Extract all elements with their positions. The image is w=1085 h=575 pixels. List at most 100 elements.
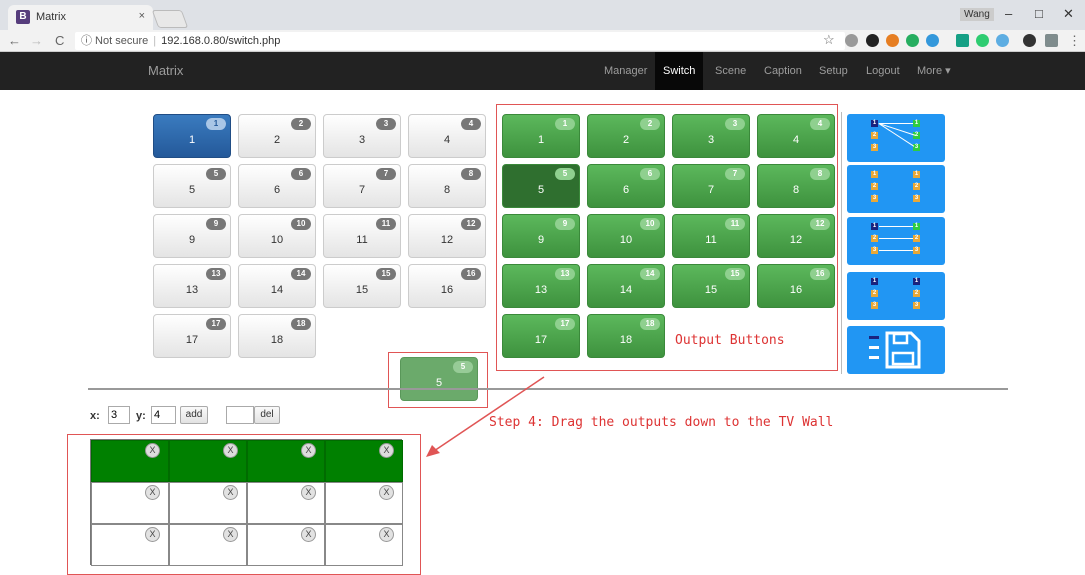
input-badge: 5 xyxy=(206,168,226,180)
save-icon xyxy=(869,331,921,369)
extension-icon[interactable] xyxy=(956,34,969,47)
input-badge: 17 xyxy=(206,318,226,330)
reload-icon[interactable]: C xyxy=(55,33,64,48)
input-button-7[interactable]: 77 xyxy=(323,164,401,208)
browser-menu-icon[interactable]: ⋮ xyxy=(1068,33,1081,49)
url-field[interactable]: ⓘ Not secure | 192.168.0.80/switch.php xyxy=(75,32,845,50)
extension-icon[interactable] xyxy=(906,34,919,47)
close-icon[interactable]: X xyxy=(379,527,394,542)
input-label: 12 xyxy=(440,234,454,246)
nav-more-dropdown[interactable]: More ▾ xyxy=(909,52,959,90)
close-icon[interactable]: X xyxy=(379,443,394,458)
minimize-icon[interactable]: – xyxy=(1005,6,1012,21)
close-window-icon[interactable]: ✕ xyxy=(1063,6,1074,22)
tv-wall-cell[interactable]: X xyxy=(169,482,247,524)
tv-wall-cell[interactable]: X xyxy=(325,482,403,524)
input-button-3[interactable]: 33 xyxy=(323,114,401,158)
close-icon[interactable]: X xyxy=(301,527,316,542)
nav-setup[interactable]: Setup xyxy=(811,52,856,90)
input-button-12[interactable]: 12 12 xyxy=(408,214,486,258)
x-label: x: xyxy=(90,410,100,422)
input-badge: 10 xyxy=(291,218,311,230)
disconnect-mode-button[interactable]: 1 2 3 1 2 3 xyxy=(847,272,945,320)
close-icon[interactable]: X xyxy=(223,485,238,500)
back-icon[interactable]: ← xyxy=(8,33,21,48)
extension-icon[interactable] xyxy=(886,34,899,47)
input-button-18[interactable]: 18 18 xyxy=(238,314,316,358)
new-tab-button[interactable] xyxy=(151,10,189,28)
one-to-many-mode-button[interactable]: 1 2 3 1 2 3 xyxy=(847,114,945,162)
input-label: 10 xyxy=(270,234,284,246)
input-button-10[interactable]: 10 10 xyxy=(238,214,316,258)
extension-icon[interactable] xyxy=(1023,34,1036,47)
tv-wall-cell[interactable]: X xyxy=(91,524,169,566)
close-icon[interactable]: X xyxy=(145,485,160,500)
url-text: 192.168.0.80/switch.php xyxy=(161,35,281,47)
nav-caption[interactable]: Caption xyxy=(756,52,810,90)
extension-icon[interactable] xyxy=(1045,34,1058,47)
browser-tab[interactable]: B Matrix × xyxy=(8,5,153,30)
input-button-17[interactable]: 17 17 xyxy=(153,314,231,358)
tv-wall-cell[interactable]: X xyxy=(325,440,403,482)
tv-wall-cell[interactable]: X xyxy=(91,440,169,482)
drag-arrow-icon xyxy=(426,376,545,457)
bookmark-star-icon[interactable]: ☆ xyxy=(823,32,835,48)
input-button-16[interactable]: 16 16 xyxy=(408,264,486,308)
tv-wall-cell[interactable]: X xyxy=(169,524,247,566)
input-badge: 7 xyxy=(376,168,396,180)
extension-icon[interactable] xyxy=(845,34,858,47)
input-button-13[interactable]: 13 13 xyxy=(153,264,231,308)
tab-close-icon[interactable]: × xyxy=(139,10,145,22)
security-indicator[interactable]: ⓘ Not secure xyxy=(81,35,148,47)
navbar-brand[interactable]: Matrix xyxy=(148,63,183,78)
close-icon[interactable]: X xyxy=(379,485,394,500)
tv-wall: X X X X X X X X X X X X xyxy=(90,439,403,566)
profile-name[interactable]: Wang xyxy=(960,8,994,21)
input-button-1[interactable]: 11 xyxy=(153,114,231,158)
nav-scene[interactable]: Scene xyxy=(707,52,754,90)
extension-icon[interactable] xyxy=(926,34,939,47)
input-button-5[interactable]: 55 xyxy=(153,164,231,208)
bootstrap-favicon-icon: B xyxy=(16,10,30,24)
input-button-15[interactable]: 15 15 xyxy=(323,264,401,308)
tv-wall-cell[interactable]: X xyxy=(247,524,325,566)
input-label: 17 xyxy=(185,334,199,346)
input-button-8[interactable]: 88 xyxy=(408,164,486,208)
save-button[interactable] xyxy=(847,326,945,374)
tv-wall-cell[interactable]: X xyxy=(91,482,169,524)
input-button-6[interactable]: 66 xyxy=(238,164,316,208)
tv-wall-cell[interactable]: X xyxy=(325,524,403,566)
input-button-14[interactable]: 14 14 xyxy=(238,264,316,308)
wall-columns-input[interactable] xyxy=(108,406,130,424)
close-icon[interactable]: X xyxy=(301,443,316,458)
input-button-11[interactable]: 11 11 xyxy=(323,214,401,258)
tv-wall-cell[interactable]: X xyxy=(169,440,247,482)
delete-wall-button[interactable]: del xyxy=(254,406,280,424)
browser-tabbar: B Matrix × Wang – □ ✕ xyxy=(0,0,1085,30)
forward-icon[interactable]: → xyxy=(30,33,43,48)
input-button-4[interactable]: 44 xyxy=(408,114,486,158)
one-to-one-mode-button[interactable]: 1 2 3 1 2 3 xyxy=(847,217,945,265)
close-icon[interactable]: X xyxy=(145,443,160,458)
restore-icon[interactable]: □ xyxy=(1035,6,1043,21)
nav-logout[interactable]: Logout xyxy=(858,52,908,90)
extension-icon[interactable] xyxy=(976,34,989,47)
nav-switch[interactable]: Switch xyxy=(655,52,704,90)
input-badge: 6 xyxy=(291,168,311,180)
input-button-9[interactable]: 99 xyxy=(153,214,231,258)
input-button-2[interactable]: 22 xyxy=(238,114,316,158)
extension-icon[interactable] xyxy=(996,34,1009,47)
extension-icon[interactable] xyxy=(866,34,879,47)
address-toolbar: ← → C ⓘ Not secure | 192.168.0.80/switch.p… xyxy=(0,30,1085,52)
close-icon[interactable]: X xyxy=(223,527,238,542)
close-icon[interactable]: X xyxy=(145,527,160,542)
delete-target-input[interactable] xyxy=(226,406,254,424)
tv-wall-cell[interactable]: X xyxy=(247,440,325,482)
nav-manager[interactable]: Manager xyxy=(596,52,655,90)
wall-rows-input[interactable] xyxy=(151,406,176,424)
close-icon[interactable]: X xyxy=(223,443,238,458)
unlinked-mode-button[interactable]: 1 2 3 1 2 3 xyxy=(847,165,945,213)
close-icon[interactable]: X xyxy=(301,485,316,500)
add-wall-button[interactable]: add xyxy=(180,406,208,424)
tv-wall-cell[interactable]: X xyxy=(247,482,325,524)
